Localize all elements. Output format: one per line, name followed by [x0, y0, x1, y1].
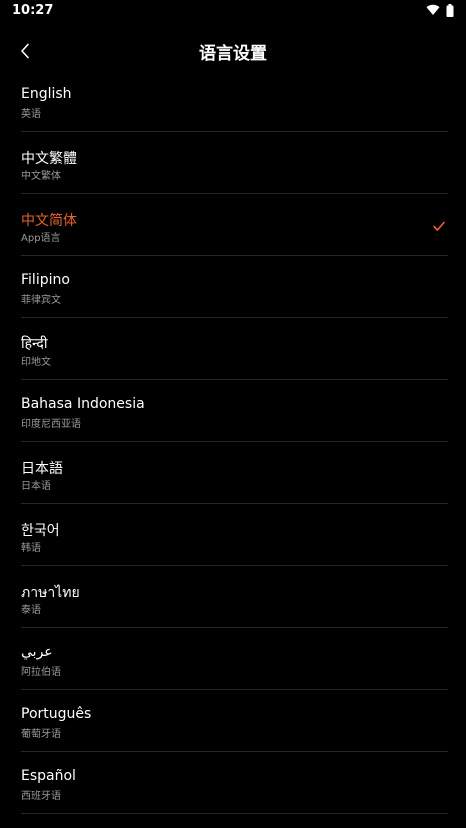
language-item-english[interactable]: English 英语 — [21, 70, 448, 132]
language-name: Bahasa Indonesia — [21, 396, 145, 412]
app-bar: 语言设置 — [0, 30, 466, 72]
language-item-hindi[interactable]: हिन्दी 印地文 — [21, 318, 448, 380]
language-item-portuguese[interactable]: Português 葡萄牙语 — [21, 690, 448, 752]
status-bar: 10:27 — [0, 0, 466, 22]
language-item-thai[interactable]: ภาษาไทย 泰语 — [21, 566, 448, 628]
language-name: हिन्दी — [21, 336, 48, 352]
wifi-icon — [426, 4, 440, 16]
language-name: عربي — [21, 644, 53, 660]
language-item-japanese[interactable]: 日本語 日本语 — [21, 442, 448, 504]
battery-icon — [446, 3, 454, 17]
language-name: Português — [21, 706, 92, 722]
language-subtitle: 葡萄牙语 — [21, 729, 61, 740]
language-subtitle: 泰语 — [21, 605, 41, 616]
language-item-traditional-chinese[interactable]: 中文繁體 中文繁体 — [21, 132, 448, 194]
language-subtitle: App语言 — [21, 233, 61, 244]
language-subtitle: 印度尼西亚语 — [21, 419, 81, 430]
language-subtitle: 菲律宾文 — [21, 295, 61, 306]
language-item-spanish[interactable]: Español 西班牙语 — [21, 752, 448, 814]
page-title: 语言设置 — [199, 44, 267, 64]
language-name: Filipino — [21, 272, 70, 288]
language-item-filipino[interactable]: Filipino 菲律宾文 — [21, 256, 448, 318]
language-item-arabic[interactable]: عربي 阿拉伯语 — [21, 628, 448, 690]
language-item-indonesian[interactable]: Bahasa Indonesia 印度尼西亚语 — [21, 380, 448, 442]
language-subtitle: 西班牙语 — [21, 791, 61, 802]
language-name: Español — [21, 768, 76, 784]
language-subtitle: 韩语 — [21, 543, 41, 554]
language-list: English 英语 中文繁體 中文繁体 中文简体 App语言 Filipino… — [0, 70, 466, 814]
language-subtitle: 中文繁体 — [21, 171, 61, 182]
language-subtitle: 日本语 — [21, 481, 51, 492]
language-name: 한국어 — [21, 523, 60, 539]
status-time: 10:27 — [12, 3, 54, 18]
language-item-simplified-chinese[interactable]: 中文简体 App语言 — [21, 194, 448, 256]
language-name: English — [21, 86, 72, 102]
language-name: 日本語 — [21, 461, 63, 477]
language-subtitle: 英语 — [21, 109, 41, 120]
language-item-korean[interactable]: 한국어 韩语 — [21, 504, 448, 566]
check-icon — [433, 221, 445, 231]
language-name: 中文简体 — [21, 213, 77, 229]
status-icons — [426, 3, 454, 17]
language-subtitle: 印地文 — [21, 357, 51, 368]
language-name: 中文繁體 — [21, 151, 77, 167]
language-subtitle: 阿拉伯语 — [21, 667, 61, 678]
